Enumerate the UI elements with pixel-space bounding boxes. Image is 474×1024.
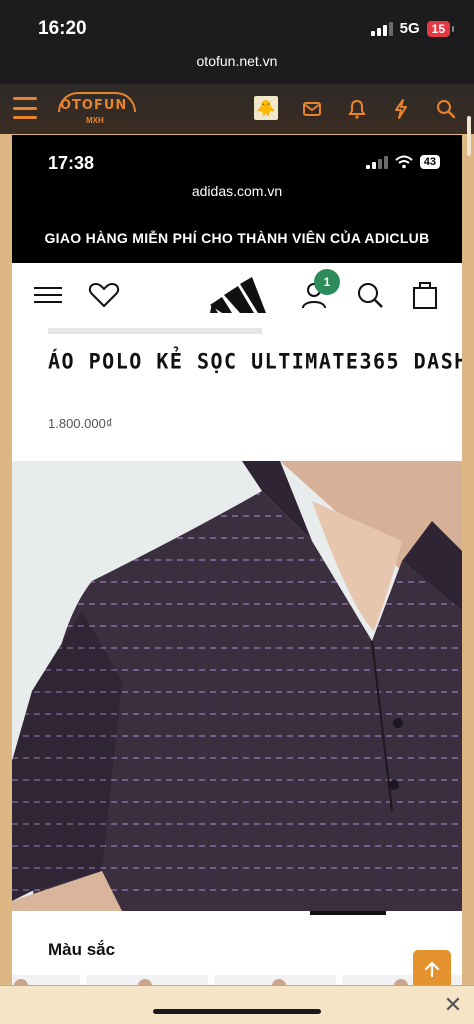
menu-icon[interactable] xyxy=(34,287,62,303)
otofun-header: OTOFUN MXH 🐥 xyxy=(0,84,474,134)
bell-icon[interactable] xyxy=(345,97,369,121)
signal-icon xyxy=(365,155,388,169)
network-type: 5G xyxy=(399,20,420,37)
adidas-nav xyxy=(12,263,462,325)
os-clock: 16:20 xyxy=(38,18,87,39)
cart-bag-icon[interactable] xyxy=(409,279,441,311)
account-badge: 1 xyxy=(314,269,340,295)
search-icon[interactable] xyxy=(354,279,386,311)
logo-sub: MXH xyxy=(86,116,104,125)
mail-icon[interactable] xyxy=(300,97,324,121)
os-status-bar: 16:20 5G 15 xyxy=(0,0,474,50)
url-text: otofun.net.vn xyxy=(196,53,278,69)
browser-url-bar[interactable]: otofun.net.vn xyxy=(0,50,474,84)
breadcrumb-placeholder xyxy=(48,328,262,334)
embedded-screenshot: 17:38 43 adidas.com.vn GIAO HÀNG MIỄN PH… xyxy=(12,135,462,995)
carousel-indicator xyxy=(310,911,386,915)
adidas-logo-icon[interactable] xyxy=(208,275,266,315)
home-indicator[interactable] xyxy=(153,1009,321,1014)
battery-level: 15 xyxy=(426,20,455,37)
promo-banner[interactable]: GIAO HÀNG MIỄN PHÍ CHO THÀNH VIÊN CỦA AD… xyxy=(12,220,462,263)
polo-shirt-image xyxy=(12,461,462,911)
inner-battery-level: 43 xyxy=(419,155,440,169)
wishlist-heart-icon[interactable] xyxy=(88,279,120,311)
inner-url-bar: adidas.com.vn xyxy=(12,180,462,220)
hamburger-icon[interactable] xyxy=(13,97,37,119)
inner-status-icons: 43 xyxy=(365,155,440,169)
product-price: 1.800.000₫ xyxy=(48,416,113,431)
logo-text: OTOFUN xyxy=(60,98,128,113)
close-icon[interactable]: ✕ xyxy=(442,994,464,1016)
bottom-notice-bar xyxy=(0,985,474,1024)
arrow-up-icon[interactable] xyxy=(413,950,451,988)
otofun-logo[interactable]: OTOFUN MXH xyxy=(58,92,136,128)
scrollbar[interactable] xyxy=(467,116,471,156)
inner-clock: 17:38 xyxy=(48,153,95,173)
signal-icon xyxy=(370,21,393,36)
user-avatar[interactable]: 🐥 xyxy=(254,96,278,120)
inner-url-text: adidas.com.vn xyxy=(191,183,283,199)
search-icon[interactable] xyxy=(434,97,458,121)
lightning-icon[interactable] xyxy=(389,97,413,121)
inner-status-bar: 17:38 43 xyxy=(12,135,462,180)
color-section-label: Màu sắc xyxy=(48,940,116,959)
wifi-icon xyxy=(395,155,413,169)
product-image[interactable] xyxy=(12,461,462,911)
os-status-icons: 5G 15 xyxy=(370,20,455,37)
product-title: ÁO POLO KẺ SỌC ULTIMATE365 DASH xyxy=(48,348,462,374)
